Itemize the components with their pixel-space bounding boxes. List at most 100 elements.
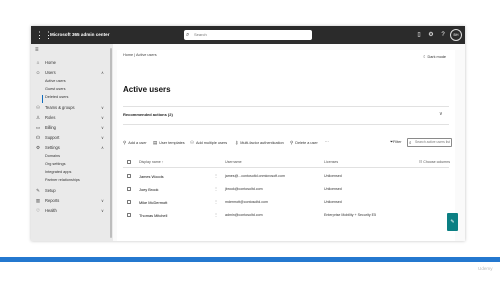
page-title: Active users <box>123 85 171 94</box>
command-label: Add a user <box>128 141 147 145</box>
more-actions-icon[interactable]: ⋮ <box>214 212 218 217</box>
sidebar-item-settings[interactable]: ⚙ Settings ∧ <box>31 143 113 152</box>
chevron-up-icon: ∧ <box>101 145 104 150</box>
delete-user-button[interactable]: ⚲ Delete a user <box>290 139 318 146</box>
add-multiple-icon: ⚇ <box>190 140 194 145</box>
udemy-watermark: Udemy <box>478 266 493 271</box>
sidebar-item-health[interactable]: ♡ Health ∨ <box>31 206 113 215</box>
app-title[interactable]: Microsoft 365 admin center <box>50 26 109 44</box>
licenses: Unlicensed <box>324 200 342 204</box>
more-actions-icon[interactable]: ⋮ <box>214 199 218 204</box>
top-bar: ⋮⋮ Microsoft 365 admin center ⌕ Search ▯… <box>31 26 465 44</box>
table-header-divider <box>123 167 449 168</box>
sidebar-subitem-integrated-apps[interactable]: Integrated apps <box>45 168 71 176</box>
choose-columns-label: Choose columns <box>423 160 451 164</box>
sidebar-item-roles[interactable]: ♙ Roles ∨ <box>31 113 113 122</box>
more-commands-button[interactable]: ··· <box>325 139 329 146</box>
divider <box>123 124 449 125</box>
search-icon: ⌕ <box>186 32 190 38</box>
add-user-button[interactable]: ⚲ Add a user <box>123 139 147 146</box>
display-name[interactable]: Mike McDermott <box>139 200 167 205</box>
chevron-down-icon: ∨ <box>101 125 104 130</box>
global-search-input[interactable]: ⌕ Search <box>184 30 312 40</box>
chevron-down-icon: ∨ <box>101 208 104 213</box>
waffle-icon[interactable]: ⋮⋮ <box>35 29 53 41</box>
key-icon: ⚷ <box>235 140 239 145</box>
column-header-username[interactable]: Username <box>225 160 242 164</box>
feedback-button[interactable]: ✎ <box>447 213 458 231</box>
mobile-icon[interactable]: ▯ <box>413 29 425 41</box>
sidebar-subitem-guest-users[interactable]: Guest users <box>45 85 65 93</box>
sidebar-subitem-domains[interactable]: Domains <box>45 152 60 160</box>
sidebar-item-label: Home <box>45 60 56 65</box>
dark-mode-toggle[interactable]: ☾ Dark mode <box>423 54 446 59</box>
more-actions-icon[interactable]: ⋮ <box>214 186 218 191</box>
column-header-display-name[interactable]: Display name ↑ <box>139 160 164 164</box>
breadcrumb[interactable]: Home | Active users <box>123 53 157 57</box>
sidebar-item-teams-groups[interactable]: ⚇ Teams & groups ∨ <box>31 103 113 112</box>
display-name[interactable]: Thomas Mitchell <box>139 213 167 218</box>
select-all-checkbox[interactable] <box>127 160 131 164</box>
row-checkbox[interactable] <box>127 174 131 178</box>
mfa-button[interactable]: ⚷ Multi-factor authentication <box>235 139 284 146</box>
sidebar: ≡ ⌂ Home ☺ Users ∧ Active users Guest us… <box>31 44 113 241</box>
sidebar-item-label: Support <box>45 135 60 140</box>
display-name[interactable]: Joey Brook <box>139 187 158 192</box>
divider <box>123 106 449 107</box>
row-checkbox[interactable] <box>127 187 131 191</box>
username: james@...contosoltd.onmicrosoft.com <box>225 174 285 178</box>
sidebar-item-label: Users <box>45 70 56 75</box>
command-label: Delete a user <box>295 141 318 145</box>
column-header-licenses[interactable]: Licenses <box>324 160 338 164</box>
sidebar-item-label: Setup <box>45 188 56 193</box>
sidebar-subitem-deleted-users[interactable]: Deleted users <box>45 93 68 101</box>
sidebar-item-billing[interactable]: ▭ Billing ∨ <box>31 123 113 132</box>
hamburger-icon[interactable]: ≡ <box>35 47 39 53</box>
sidebar-item-support[interactable]: ☊ Support ∨ <box>31 133 113 142</box>
sidebar-subitem-label: Integrated apps <box>45 170 72 174</box>
add-multiple-users-button[interactable]: ⚇ Add multiple users <box>190 139 227 146</box>
display-name[interactable]: James Woods <box>139 174 164 179</box>
settings-icon[interactable]: ⚙ <box>425 29 437 41</box>
sidebar-item-label: Reports <box>45 198 60 203</box>
user-search-input[interactable]: ⌕ Search active users list <box>407 138 452 147</box>
user-icon: ☺ <box>35 70 41 75</box>
sidebar-item-setup[interactable]: ✎ Setup <box>31 186 113 195</box>
avatar[interactable]: BH <box>450 29 462 41</box>
health-icon: ♡ <box>35 208 41 213</box>
sidebar-item-label: Roles <box>45 115 56 120</box>
choose-columns-button[interactable]: ☷ Choose columns <box>419 160 450 164</box>
search-icon: ⌕ <box>409 140 412 145</box>
sidebar-subitem-label: Org settings <box>45 162 66 166</box>
sidebar-item-users[interactable]: ☺ Users ∧ <box>31 68 113 77</box>
roles-icon: ♙ <box>35 115 41 120</box>
main-content: Home | Active users ☾ Dark mode Active u… <box>113 44 465 241</box>
home-icon: ⌂ <box>36 60 40 65</box>
sidebar-item-label: Settings <box>45 145 60 150</box>
more-actions-icon[interactable]: ⋮ <box>214 173 218 178</box>
user-search-placeholder: Search active users list <box>415 140 450 144</box>
recommended-actions[interactable]: Recommended actions (2) <box>123 112 173 117</box>
chevron-down-icon: ∨ <box>101 135 104 140</box>
filter-button[interactable]: ⏷Filter <box>390 139 401 146</box>
username: mdermott@contosoltd.com <box>225 200 268 204</box>
settings-icon: ⚙ <box>35 145 41 150</box>
sidebar-subitem-partner-relationships[interactable]: Partner relationships <box>45 176 80 184</box>
sidebar-item-reports[interactable]: ▥ Reports ∨ <box>31 196 113 205</box>
delete-user-icon: ⚲ <box>290 140 294 145</box>
sidebar-scrollbar[interactable] <box>110 48 112 238</box>
user-templates-button[interactable]: ▤ User templates <box>153 139 185 146</box>
row-checkbox[interactable] <box>127 213 131 217</box>
sidebar-subitem-org-settings[interactable]: Org settings <box>45 160 65 168</box>
sidebar-subitem-active-users[interactable]: Active users <box>45 77 66 85</box>
command-label: User templates <box>159 141 185 145</box>
sidebar-item-home[interactable]: ⌂ Home <box>31 58 113 67</box>
chevron-up-icon: ∧ <box>101 70 104 75</box>
row-checkbox[interactable] <box>127 200 131 204</box>
dark-mode-label: Dark mode <box>427 55 447 59</box>
chevron-down-icon: ∨ <box>101 105 104 110</box>
chevron-down-icon[interactable]: ∨ <box>439 111 443 117</box>
help-icon[interactable]: ? <box>437 29 449 41</box>
sidebar-item-label: Teams & groups <box>45 105 75 110</box>
sidebar-item-label: Health <box>45 208 57 213</box>
